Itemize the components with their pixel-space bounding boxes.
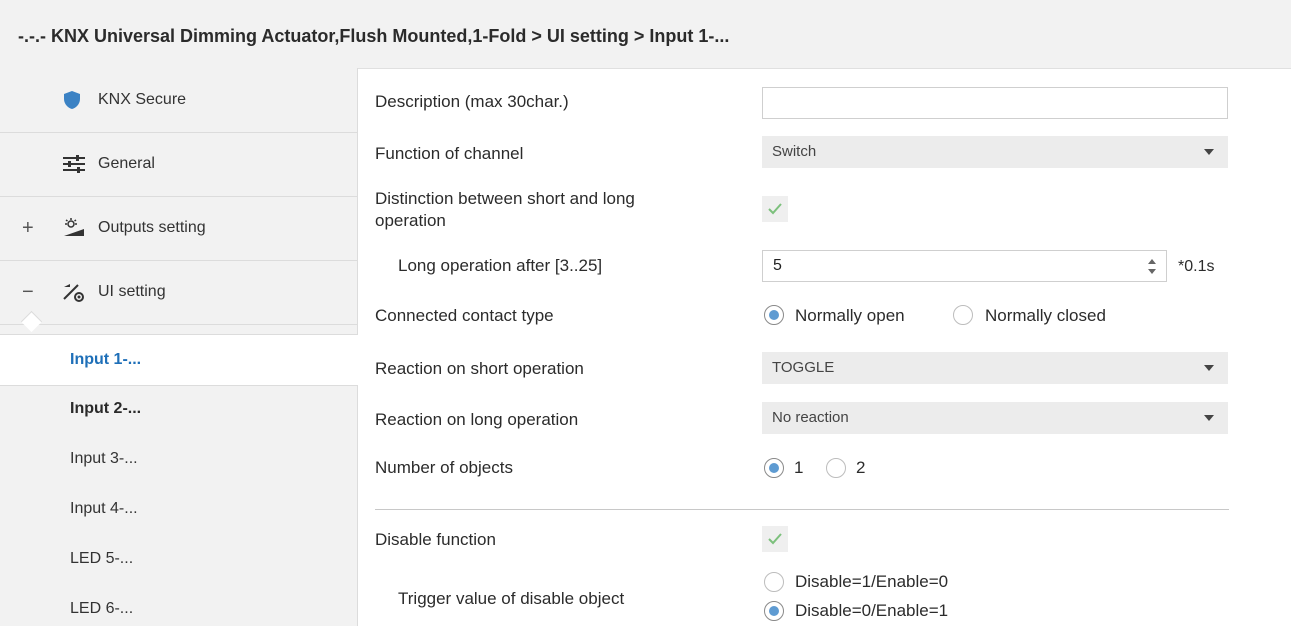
description-label: Description (max 30char.) — [375, 92, 569, 111]
sidebar-subitem-input-2[interactable]: Input 2-... — [0, 384, 357, 434]
distinction-label-line2: operation — [375, 211, 446, 230]
checkmark-icon — [768, 533, 782, 545]
sidebar-subitem-label: Input 1-... — [70, 351, 142, 368]
sidebar-subitem-label: Input 4-... — [70, 500, 138, 517]
sidebar-item-label: Outputs setting — [98, 219, 206, 236]
radio-label-objects-2: 2 — [856, 458, 866, 477]
sidebar-item-general[interactable]: General — [0, 132, 357, 197]
long-operation-label: Long operation after [3..25] — [398, 256, 603, 275]
long-reaction-label: Reaction on long operation — [375, 410, 579, 429]
sidebar-subitem-label: LED 5-... — [70, 550, 134, 567]
short-reaction-value: TOGGLE — [772, 359, 835, 376]
radio-label-objects-1: 1 — [794, 458, 804, 477]
expand-icon[interactable]: + — [22, 196, 34, 260]
sidebar-item-label: General — [98, 155, 155, 172]
disable-checkbox[interactable] — [762, 526, 788, 552]
sidebar-subitem-label: LED 6-... — [70, 600, 134, 617]
spin-down-icon[interactable] — [1148, 269, 1156, 274]
sidebar-subitem-label: Input 2-... — [70, 400, 142, 417]
sidebar-subitem-input-3[interactable]: Input 3-... — [0, 434, 357, 484]
sidebar-item-outputs-setting[interactable]: + Outputs setting — [0, 196, 357, 261]
sidebar-subitem-led-6[interactable]: LED 6-... — [0, 584, 357, 634]
radio-objects-2[interactable] — [826, 458, 846, 478]
breadcrumb-title: -.-.- KNX Universal Dimming Actuator,Flu… — [18, 26, 730, 46]
title-bar: -.-.- KNX Universal Dimming Actuator,Flu… — [0, 0, 1291, 69]
sidebar-subitem-input-1[interactable]: Input 1-... — [0, 334, 358, 386]
radio-label-normally-open: Normally open — [795, 306, 905, 325]
objects-label: Number of objects — [375, 458, 513, 477]
shield-icon — [62, 90, 86, 110]
dimmer-icon — [62, 218, 86, 238]
radio-objects-1[interactable] — [764, 458, 784, 478]
chevron-down-icon — [1204, 415, 1214, 421]
contact-type-label: Connected contact type — [375, 306, 554, 325]
spin-up-icon[interactable] — [1148, 259, 1156, 264]
function-label: Function of channel — [375, 144, 524, 163]
chevron-down-icon — [1204, 149, 1214, 155]
sidebar-item-knx-secure[interactable]: KNX Secure — [0, 68, 357, 133]
short-reaction-label: Reaction on short operation — [375, 359, 584, 378]
radio-label-disable-0-enable-1: Disable=0/Enable=1 — [795, 601, 949, 620]
radio-label-disable-1-enable-0: Disable=1/Enable=0 — [795, 572, 949, 591]
short-reaction-select[interactable]: TOGGLE — [762, 352, 1228, 384]
trigger-label: Trigger value of disable object — [398, 589, 625, 608]
long-reaction-select[interactable]: No reaction — [762, 402, 1228, 434]
radio-label-normally-closed: Normally closed — [985, 306, 1106, 325]
description-input[interactable] — [762, 87, 1228, 119]
long-operation-input[interactable]: 5 — [762, 250, 1167, 282]
long-reaction-value: No reaction — [772, 409, 849, 426]
checkmark-icon — [768, 203, 782, 215]
ui-setting-icon — [62, 282, 86, 302]
sidebar-subitem-input-4[interactable]: Input 4-... — [0, 484, 357, 534]
radio-normally-open[interactable] — [764, 305, 784, 325]
section-divider — [375, 509, 1229, 510]
sidebar-item-ui-setting[interactable]: − UI setting — [0, 260, 357, 325]
distinction-label-line1: Distinction between short and long — [375, 189, 635, 208]
disable-label: Disable function — [375, 530, 496, 549]
sidebar-item-label: UI setting — [98, 283, 166, 300]
long-operation-unit: *0.1s — [1178, 258, 1215, 275]
long-operation-value: 5 — [773, 257, 782, 274]
function-select[interactable]: Switch — [762, 136, 1228, 168]
chevron-down-icon — [1204, 365, 1214, 371]
radio-disable-1-enable-0[interactable] — [764, 572, 784, 592]
sidebar-subitem-led-5[interactable]: LED 5-... — [0, 534, 357, 584]
distinction-checkbox[interactable] — [762, 196, 788, 222]
sidebar-item-label: KNX Secure — [98, 91, 187, 108]
sidebar-subitem-label: Input 3-... — [70, 450, 138, 467]
radio-disable-0-enable-1[interactable] — [764, 601, 784, 621]
sliders-icon — [62, 154, 86, 174]
radio-normally-closed[interactable] — [953, 305, 973, 325]
function-select-value: Switch — [772, 143, 817, 160]
